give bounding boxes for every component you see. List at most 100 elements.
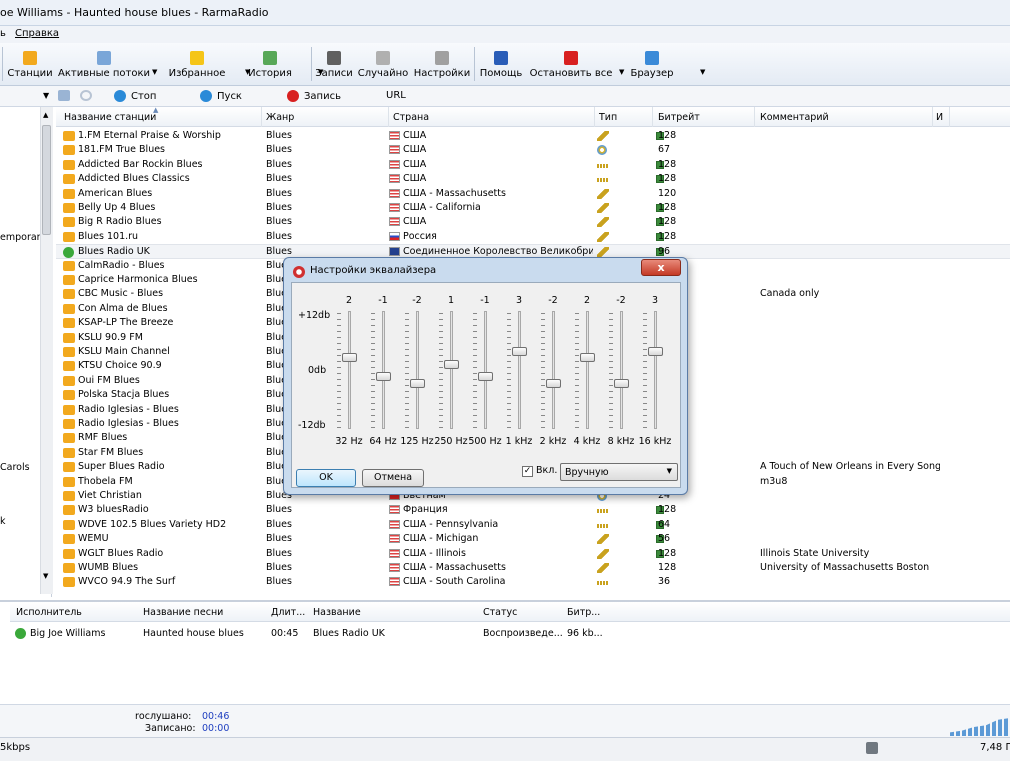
col-comment[interactable]: Комментарий — [760, 112, 829, 123]
toolbar-button-star[interactable]: Избранное — [157, 43, 237, 85]
dropdown-arrow-icon[interactable]: ▼ — [43, 91, 49, 100]
station-row[interactable]: WDVE 102.5 Blues Variety HD2 Blues США - P… — [56, 518, 1010, 532]
scroll-up-icon[interactable]: ▲ — [43, 111, 48, 119]
genre-item[interactable]: k — [0, 516, 6, 527]
station-row[interactable]: W3 bluesRadio Blues Франция 128 — [56, 503, 1010, 517]
band-slider-thumb[interactable] — [342, 353, 357, 363]
station-row[interactable]: American Blues Blues США - Massachusetts 12… — [56, 187, 1010, 201]
list-view-icon[interactable] — [58, 90, 70, 101]
toolbar-button-browser[interactable]: Браузер — [612, 43, 692, 85]
station-row[interactable]: Blues 101.ru Blues Россия 128 — [56, 230, 1010, 244]
band-slider-track[interactable] — [450, 311, 453, 429]
band-slider-track[interactable] — [586, 311, 589, 429]
playlist-status: Воспроизведе... — [483, 628, 563, 639]
toolbar-button-stop-all[interactable]: Остановить все — [530, 43, 612, 85]
band-slider-track[interactable] — [382, 311, 385, 429]
station-row[interactable]: WUMB Blues Blues США - Massachusetts 128 Uni… — [56, 561, 1010, 575]
col-artist[interactable]: Исполнитель — [16, 607, 82, 618]
station-bitrate: 96 — [658, 246, 671, 258]
enabled-checkbox[interactable]: ✓ — [522, 466, 533, 477]
station-icon — [63, 203, 75, 213]
station-row[interactable]: WVCO 94.9 The Surf Blues США - South Carol… — [56, 575, 1010, 589]
station-row[interactable]: WEMU Blues США - Michigan 56 — [56, 532, 1010, 546]
station-row[interactable]: Big R Radio Blues Blues США 128 — [56, 215, 1010, 229]
station-name: Con Alma de Blues — [78, 302, 168, 314]
station-bitrate: 128 — [658, 547, 677, 559]
col-song[interactable]: Название песни — [143, 607, 223, 618]
station-row[interactable]: Addicted Blues Classics Blues США 128 — [56, 172, 1010, 186]
toolbar-button-streams[interactable]: Активные потоки — [58, 43, 150, 85]
genre-item[interactable]: Carols — [0, 462, 30, 473]
genre-scrollbar[interactable]: ▲ ▼ — [40, 107, 53, 594]
station-row[interactable]: WGLT Blues Radio Blues США - Illinois 128 Il… — [56, 547, 1010, 561]
band-slider-track[interactable] — [552, 311, 555, 429]
station-icon — [63, 534, 75, 545]
menu-item-clipped[interactable]: ь — [0, 28, 6, 39]
station-genre: Blues — [266, 576, 292, 588]
station-name: 1.FM Eternal Praise & Worship — [78, 130, 221, 141]
col-station[interactable]: Название — [313, 607, 361, 618]
col-genre[interactable]: Жанр — [266, 112, 294, 123]
slider-ticks — [575, 313, 579, 429]
stream-type-icon — [597, 523, 609, 528]
station-icon — [63, 491, 75, 501]
scroll-down-icon[interactable]: ▼ — [43, 572, 48, 580]
stations-icon — [23, 51, 37, 65]
band-slider-thumb[interactable] — [648, 347, 663, 357]
station-row[interactable]: 1.FM Eternal Praise & Worship Blues США 128 — [56, 129, 1010, 143]
station-row[interactable]: Addicted Bar Rockin Blues Blues США 128 — [56, 158, 1010, 172]
col-station-name[interactable]: Название станции — [64, 112, 156, 123]
band-slider-thumb[interactable] — [546, 378, 561, 388]
band-value: 2 — [345, 295, 353, 306]
band-slider-thumb[interactable] — [376, 372, 391, 382]
recorded-label: Записано: — [145, 723, 196, 734]
band-slider-track[interactable] — [518, 311, 521, 429]
toolbar-label: Случайно — [357, 68, 409, 79]
playlist-row[interactable]: Big Joe Williams Haunted house blues 00:… — [10, 626, 1010, 642]
col-status[interactable]: Статус — [483, 607, 517, 618]
band-slider-thumb[interactable] — [444, 359, 459, 369]
station-comment: University of Massachusetts Boston — [760, 562, 930, 573]
stream-type-icon — [597, 231, 609, 242]
col-playlist-bitrate[interactable]: Битр... — [567, 607, 600, 618]
close-button[interactable]: x — [641, 259, 681, 276]
stop-all-icon — [564, 51, 578, 65]
ok-button[interactable]: OK — [296, 469, 356, 487]
station-row[interactable]: Belly Up 4 Blues Blues США - California 128 — [56, 201, 1010, 215]
band-slider-thumb[interactable] — [478, 372, 493, 382]
station-country: США - Illinois — [403, 547, 466, 559]
preset-select[interactable]: Вручную ▼ — [560, 463, 678, 481]
band-slider-thumb[interactable] — [410, 378, 425, 388]
station-genre: Blues — [266, 144, 292, 156]
band-value: 3 — [515, 295, 523, 306]
play-button[interactable]: Пуск — [200, 90, 242, 102]
band-slider-thumb[interactable] — [512, 347, 527, 357]
band-slider-track[interactable] — [348, 311, 351, 429]
col-bitrate[interactable]: Битрейт — [658, 112, 700, 123]
stop-button[interactable]: Стоп — [114, 90, 156, 102]
col-country[interactable]: Страна — [393, 112, 429, 123]
band-slider-track[interactable] — [620, 311, 623, 429]
band-slider-track[interactable] — [654, 311, 657, 429]
refresh-icon[interactable] — [80, 90, 92, 101]
station-row[interactable]: 181.FM True Blues Blues США 67 — [56, 143, 1010, 157]
band-slider-track[interactable] — [416, 311, 419, 429]
station-icon — [63, 476, 75, 487]
toolbar-label: Браузер — [630, 68, 674, 79]
record-button[interactable]: Запись — [287, 90, 341, 102]
col-extra[interactable]: И — [936, 112, 943, 123]
band-slider-track[interactable] — [484, 311, 487, 429]
chevron-down-icon: ▼ — [666, 467, 672, 475]
station-name: Belly Up 4 Blues — [78, 202, 156, 213]
station-name: Blues Radio UK — [78, 246, 150, 258]
scroll-thumb[interactable] — [42, 125, 51, 235]
menu-item-help[interactable]: Справка — [15, 28, 59, 39]
band-slider-thumb[interactable] — [614, 378, 629, 388]
flag-icon — [389, 145, 400, 155]
col-type[interactable]: Тип — [599, 112, 617, 123]
band-slider-thumb[interactable] — [580, 353, 595, 363]
col-duration[interactable]: Длит... — [271, 607, 305, 618]
flag-icon — [389, 174, 400, 184]
chevron-down-icon[interactable]: ▼ — [700, 68, 705, 76]
cancel-button[interactable]: Отмена — [362, 469, 424, 487]
